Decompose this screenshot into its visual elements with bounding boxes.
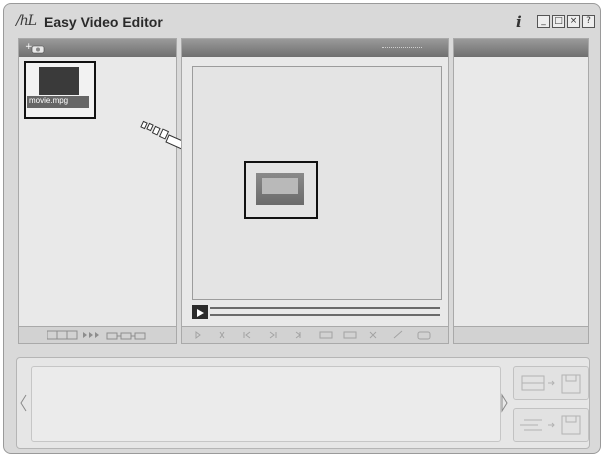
preview-frame [244, 161, 318, 219]
export-video-icon [521, 374, 581, 394]
seek-track-bottom [210, 314, 440, 316]
scroll-right-icon[interactable] [500, 393, 510, 413]
play-button[interactable] [192, 305, 208, 319]
video-preview-area[interactable] [192, 66, 442, 300]
clip-filename: movie.mpg [29, 96, 69, 105]
app-logo-icon: /hL [16, 13, 37, 29]
svg-text:+: + [25, 42, 33, 52]
snapshot-icon [417, 331, 431, 340]
app-window: /hL Easy Video Editor i _ □ × ? + movie.… [3, 3, 601, 454]
play-icon [197, 309, 204, 317]
media-library-header: + [19, 39, 176, 57]
play-small-icon [195, 331, 201, 339]
import-media-icon[interactable]: + [25, 41, 49, 55]
title-bar: /hL Easy Video Editor i _ □ × ? [4, 4, 600, 38]
next-frame-icon [269, 331, 277, 339]
transport-controls [182, 326, 448, 343]
timeline-strip [16, 357, 590, 449]
seek-track-top [210, 307, 440, 309]
clip-thumbnail [39, 67, 79, 95]
properties-header [454, 39, 588, 57]
properties-panel [453, 38, 589, 344]
split-icon [319, 331, 333, 339]
preview-header [182, 39, 448, 57]
minimize-button[interactable]: _ [537, 15, 550, 28]
cut-icon [369, 331, 377, 339]
mark-in-icon [219, 331, 225, 339]
preview-panel [181, 38, 449, 344]
app-title: Easy Video Editor [44, 14, 163, 30]
header-grip [382, 47, 422, 50]
close-button[interactable]: × [567, 15, 580, 28]
help-button[interactable]: ? [582, 15, 595, 28]
export-video-button[interactable] [513, 366, 589, 400]
info-icon[interactable]: i [516, 13, 522, 31]
media-clip-item[interactable]: movie.mpg [24, 61, 96, 119]
preview-thumbnail [256, 173, 304, 205]
properties-footer [454, 326, 588, 343]
scroll-left-icon[interactable] [19, 393, 29, 413]
save-project-icon [520, 415, 581, 435]
transport-icons [195, 330, 431, 340]
preview-sky [262, 178, 298, 194]
prev-frame-icon [243, 331, 251, 339]
end-icon [295, 331, 301, 339]
media-library-panel: + movie.mpg [18, 38, 177, 344]
maximize-button[interactable]: □ [552, 15, 565, 28]
merge-icon [343, 331, 357, 339]
storyboard-icons [47, 330, 146, 340]
edit-icon [393, 330, 403, 339]
seek-bar[interactable] [192, 305, 442, 319]
media-library-footer [19, 326, 176, 343]
timeline-area[interactable] [31, 366, 501, 442]
save-project-button[interactable] [513, 408, 589, 442]
